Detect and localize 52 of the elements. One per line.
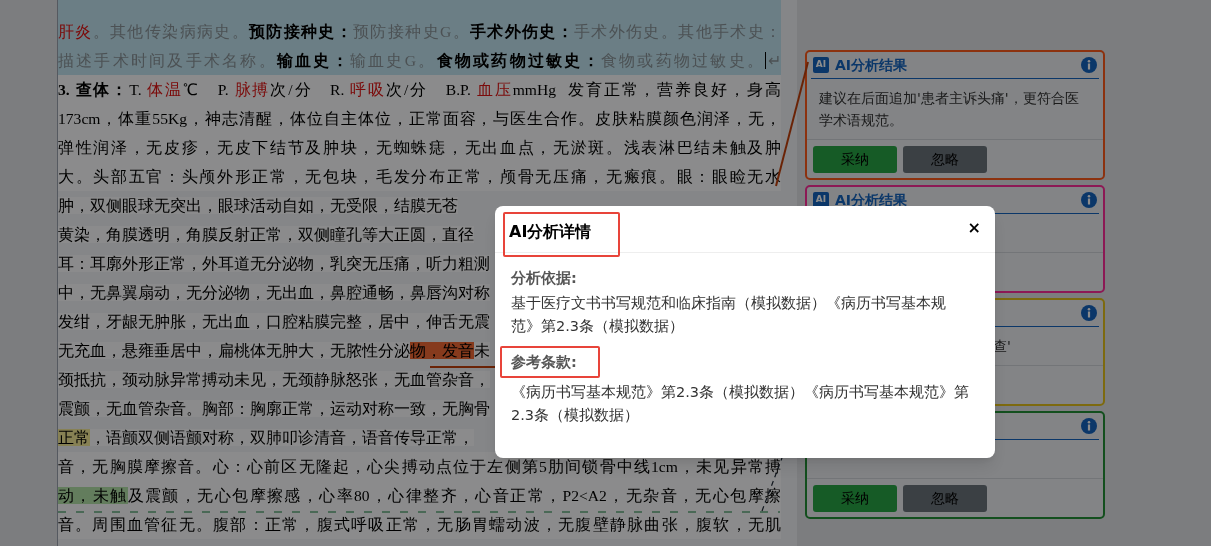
info-icon[interactable] — [1081, 192, 1097, 208]
close-button[interactable]: × — [967, 220, 981, 236]
text-run: 中，无鼻翼扇动，无分泌物，无出血，鼻腔通畅，鼻唇沟对称 — [58, 284, 490, 301]
text-run: 173cm，体重55Kg，神志清醒，体位自主体位，正常面容，与医生合作。皮肤粘膜颜色润泽，无， — [58, 110, 781, 127]
text-run: ℃ P. — [183, 81, 230, 98]
text-run: 颈抵抗，颈动脉异常搏动未见，无颈静脉怒张，无血管杂音， — [58, 371, 490, 388]
text-run: 未 — [474, 342, 490, 359]
text-run: 震颤，无血管杂音。胸部：胸廓正常，运动对称一致，无胸骨 — [58, 400, 490, 417]
text-run: 食物或药物过敏史： — [436, 52, 601, 69]
text-run: 黄染，角膜透明，角膜反射正常，双侧瞳孔等大正圆，直径 — [58, 226, 474, 243]
text-run: 音，无胸膜摩擦音。心：心前区无隆起，心尖搏动点位于左侧第5肋间锁骨中线1cm，未见异常搏 — [58, 458, 781, 475]
ai-badge: AI — [813, 57, 829, 73]
text-run: 脉搏 — [234, 81, 271, 98]
text-run: 弹性润泽，无皮疹，无皮下结节及肿块，无蜘蛛痣，无出血点，无淤斑。浅表淋巴结未触及肿 — [58, 139, 781, 156]
text-run: 3. 查体： — [58, 81, 130, 98]
ignore-button[interactable]: 忽略 — [903, 145, 987, 173]
text-run: mmHg 发育正常，营养良好，身高 — [512, 81, 782, 98]
text-run: 手术外伤史： — [469, 23, 575, 40]
text-run: 血压 — [476, 81, 513, 98]
card-title: AI分析结果 — [835, 55, 908, 75]
info-icon[interactable] — [1081, 418, 1097, 434]
text-run: 体温 — [147, 81, 184, 98]
leader-line — [429, 366, 496, 368]
info-icon[interactable] — [1081, 57, 1097, 73]
text-run: 次/分 B.P. — [386, 81, 472, 98]
text-run: 音。周围血管征无。腹部：正常，腹式呼吸正常，无肠胃蠕动波，无腹壁静脉曲张，腹软，无肌 — [58, 516, 781, 533]
section-text: 基于医疗文书书写规范和临床指南（模拟数据）《病历书写基本规范》第2.3条（模拟数据） — [511, 294, 947, 336]
text-run: T. — [129, 81, 143, 98]
text-run: 肿，双侧眼球无突出，眼球活动自如，无受限，结膜无苍 — [58, 197, 458, 214]
text-run: 及震颤，无心包摩擦感，心率80，心律整齐，心音正常，P2<A2，无杂音，无心包摩擦 — [127, 487, 781, 504]
accept-button[interactable]: 采纳 — [813, 484, 897, 512]
ignore-button[interactable]: 忽略 — [903, 484, 987, 512]
section-heading: 分析依据: — [511, 269, 577, 288]
dialog-title: AI分析详情 — [509, 222, 592, 241]
text-run: 次/分 R. — [270, 81, 346, 98]
text-run: 预防接种史： — [248, 23, 354, 40]
text-run: 发绀，牙龈无肿胀，无出血，口腔粘膜完整，居中，伸舌无震 — [58, 313, 490, 330]
section-text: 《病历书写基本规范》第2.3条（模拟数据）《病历书写基本规范》第2.3条（模拟数据） — [511, 383, 971, 425]
text-run: 输血史： — [277, 52, 350, 69]
info-icon[interactable] — [1081, 305, 1097, 321]
return-mark: ↵ — [765, 52, 781, 69]
accept-button[interactable]: 采纳 — [813, 145, 897, 173]
text-run: 耳：耳廓外形正常，外耳道无分泌物，乳突无压痛，听力粗测 — [58, 255, 490, 272]
text-run: 肝炎 — [58, 23, 93, 40]
text-run: 正常 — [58, 429, 90, 446]
text-run: 动，未触 — [58, 487, 128, 504]
text-run: 无充血，悬雍垂居中，扁桃体无肿大，无脓性分泌 — [58, 342, 410, 359]
suggestion-text: 建议在后面追加'患者主诉头痛'，更符合医学术语规范。 — [819, 90, 1079, 128]
text-run: 物，发音 — [410, 342, 474, 359]
text-run: ，语颤双侧语颤对称，双肺叩诊清音，语音传导正常， — [90, 429, 474, 446]
section-heading: 参考条款: — [511, 353, 577, 372]
text-run: 呼吸 — [350, 81, 387, 98]
